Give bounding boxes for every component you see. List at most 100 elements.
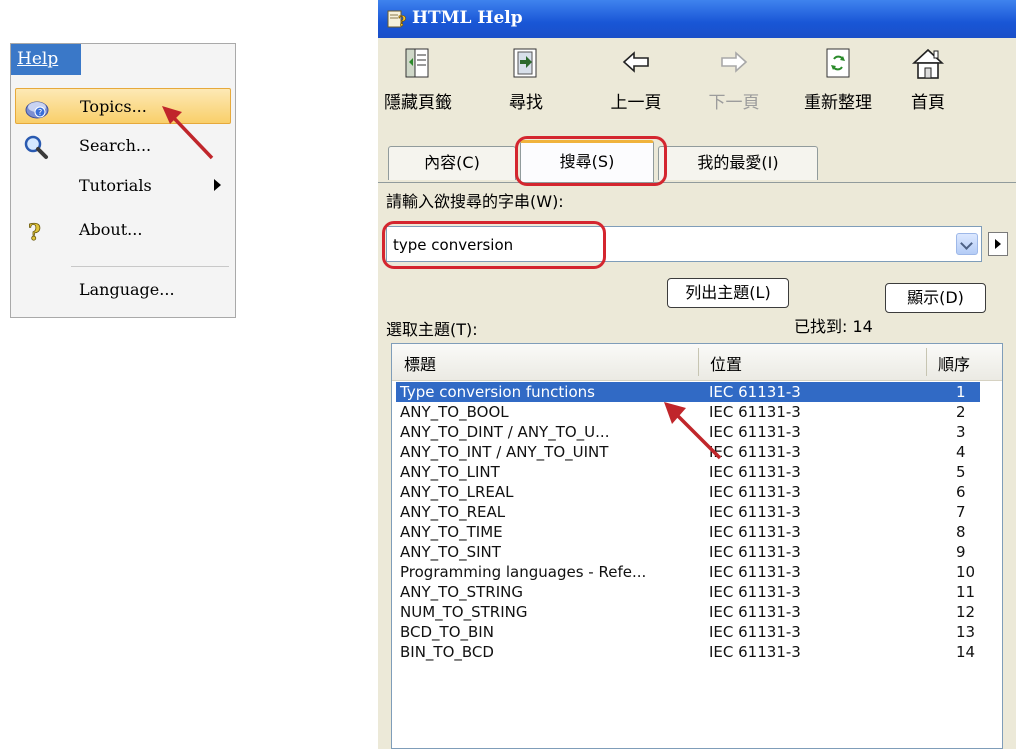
table-row[interactable]: ANY_TO_LREAL IEC 61131-3 6 [392,482,1002,502]
table-row[interactable]: ANY_TO_REAL IEC 61131-3 7 [392,502,1002,522]
locate-button[interactable]: 尋找 [486,46,566,122]
back-arrow-icon [622,51,649,73]
row-location: IEC 61131-3 [709,483,801,501]
search-prompt-label: 請輸入欲搜尋的字串(W): [386,192,564,211]
row-title: ANY_TO_BOOL [400,403,509,421]
row-order: 4 [956,443,966,461]
locate-label: 尋找 [509,93,543,113]
table-row[interactable]: ANY_TO_STRING IEC 61131-3 11 [392,582,1002,602]
menu-item-language-label: Language... [79,280,175,299]
row-order: 14 [956,643,976,661]
home-button[interactable]: 首頁 [888,46,968,122]
search-input[interactable] [391,233,935,257]
select-topic-label: 選取主題(T): [386,320,478,339]
tab-strip: 內容(C) 搜尋(S) 我的最愛(I) [378,138,1016,184]
table-row[interactable]: Programming languages - Refe... IEC 61131… [392,562,1002,582]
html-help-window: ? HTML Help 隱藏頁籤 尋找 上一頁 下一頁 重新整理 首頁 內容(C… [378,0,1016,749]
column-header-location[interactable]: 位置 [710,351,742,375]
row-location: IEC 61131-3 [709,523,801,541]
help-menu-title[interactable]: Help [11,44,81,75]
menu-item-about-label: About... [79,220,143,239]
menu-item-tutorials[interactable]: Tutorials [15,168,231,204]
tab-search[interactable]: 搜尋(S) [520,140,654,182]
tab-pane-border [378,182,1016,183]
results-header: 標題 位置 順序 [392,344,1002,381]
annotation-arrow-topics [162,106,214,160]
forward-label: 下一頁 [708,93,760,113]
row-order: 5 [956,463,966,481]
column-header-order[interactable]: 順序 [938,351,970,375]
row-title: NUM_TO_STRING [400,603,528,621]
menu-item-topics-label: Topics... [80,97,147,116]
row-title: Programming languages - Refe... [400,563,647,581]
row-title: ANY_TO_LREAL [400,483,514,501]
row-location: IEC 61131-3 [709,543,801,561]
column-header-title[interactable]: 標題 [404,351,436,375]
table-row[interactable]: BCD_TO_BIN IEC 61131-3 13 [392,622,1002,642]
row-title: Type conversion functions [400,383,595,401]
home-icon [911,48,945,79]
row-order: 9 [956,543,966,561]
display-button[interactable]: 顯示(D) [885,283,986,313]
row-title: ANY_TO_SINT [400,543,501,561]
row-order: 11 [956,583,976,601]
refresh-label: 重新整理 [804,93,872,113]
row-title: ANY_TO_STRING [400,583,523,601]
search-combobox[interactable] [386,226,982,262]
refresh-icon [826,48,850,78]
table-row[interactable]: NUM_TO_STRING IEC 61131-3 12 [392,602,1002,622]
list-topics-button[interactable]: 列出主題(L) [667,278,789,308]
table-row[interactable]: BIN_TO_BCD IEC 61131-3 14 [392,642,1002,662]
column-separator[interactable] [926,348,927,376]
chevron-down-icon[interactable] [956,233,978,255]
back-button[interactable]: 上一頁 [596,46,676,122]
found-count: 已找到: 14 [794,317,873,336]
row-title: ANY_TO_TIME [400,523,503,541]
table-row[interactable]: ANY_TO_TIME IEC 61131-3 8 [392,522,1002,542]
locate-icon [513,48,537,78]
back-label: 上一頁 [610,93,662,113]
row-order: 1 [956,383,966,401]
row-location: IEC 61131-3 [709,463,801,481]
window-title: HTML Help [412,8,523,28]
table-row[interactable]: ANY_TO_LINT IEC 61131-3 5 [392,462,1002,482]
row-title: ANY_TO_LINT [400,463,500,481]
help-app-icon: ? [387,10,407,30]
row-title: BCD_TO_BIN [400,623,494,641]
row-location: IEC 61131-3 [709,623,801,641]
menu-item-about[interactable]: ? About... [15,212,231,248]
hide-tabs-label: 隱藏頁籤 [384,93,452,113]
home-label: 首頁 [911,93,945,113]
table-row[interactable]: ANY_TO_SINT IEC 61131-3 9 [392,542,1002,562]
forward-button[interactable]: 下一頁 [694,46,774,122]
menu-item-tutorials-label: Tutorials [79,176,152,195]
row-location: IEC 61131-3 [709,603,801,621]
column-separator[interactable] [698,348,699,376]
row-title: ANY_TO_DINT / ANY_TO_U... [400,423,610,441]
row-location: IEC 61131-3 [709,563,801,581]
tab-contents[interactable]: 內容(C) [388,146,516,180]
forward-arrow-icon [721,51,748,73]
svg-text:?: ? [28,220,41,244]
play-arrow-icon[interactable] [988,232,1008,256]
svg-text:?: ? [38,108,42,117]
refresh-button[interactable]: 重新整理 [798,46,878,122]
row-title: ANY_TO_REAL [400,503,506,521]
submenu-arrow-icon [214,179,221,191]
row-location: IEC 61131-3 [709,643,801,661]
window-titlebar[interactable]: ? HTML Help [378,0,1016,38]
row-location: IEC 61131-3 [709,583,801,601]
row-order: 7 [956,503,966,521]
tab-favorites[interactable]: 我的最愛(I) [658,146,818,180]
row-order: 8 [956,523,966,541]
help-book-icon: ? [25,101,49,119]
hide-tabs-button[interactable]: 隱藏頁籤 [378,46,458,122]
row-location: IEC 61131-3 [709,503,801,521]
row-title: ANY_TO_INT / ANY_TO_UINT [400,443,609,461]
menubar-filler [81,44,235,75]
menu-item-language[interactable]: Language... [15,272,231,308]
magnifier-icon [24,135,48,159]
hide-tabs-icon [405,48,429,78]
row-order: 6 [956,483,966,501]
toolbar: 隱藏頁籤 尋找 上一頁 下一頁 重新整理 首頁 [378,38,1016,124]
